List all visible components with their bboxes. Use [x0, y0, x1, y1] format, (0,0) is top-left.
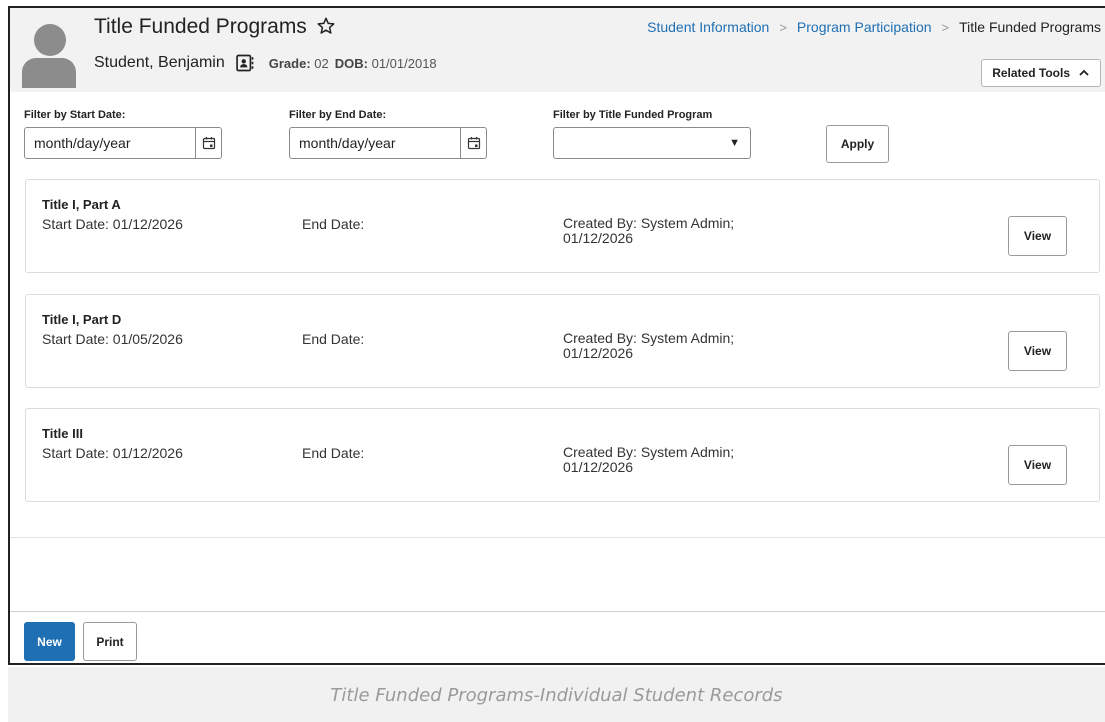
breadcrumb-student-information[interactable]: Student Information — [647, 19, 769, 35]
caption-bar: Title Funded Programs-Individual Student… — [8, 667, 1105, 722]
view-button[interactable]: View — [1008, 331, 1067, 371]
start-date-calendar-button[interactable] — [195, 128, 221, 158]
apply-button[interactable]: Apply — [826, 125, 889, 163]
breadcrumb-separator: > — [779, 19, 787, 35]
grade-info: Grade: 02 — [269, 56, 329, 71]
program-created-by: Created By: System Admin; 01/12/2026 — [563, 216, 783, 246]
program-card: Title III Start Date: 01/12/2026 End Dat… — [25, 408, 1100, 502]
avatar-head — [34, 24, 66, 56]
program-card: Title I, Part D Start Date: 01/05/2026 E… — [25, 294, 1100, 388]
program-end-date: End Date: — [302, 445, 365, 461]
program-filter-label: Filter by Title Funded Program — [553, 109, 713, 121]
start-date-filter-label: Filter by Start Date: — [24, 109, 126, 121]
view-button[interactable]: View — [1008, 445, 1067, 485]
related-tools-button[interactable]: Related Tools — [981, 59, 1101, 87]
program-start-date: Start Date: 01/12/2026 — [42, 445, 183, 461]
breadcrumb: Student Information > Program Participat… — [647, 19, 1101, 35]
dob-value: 01/01/2018 — [371, 55, 437, 71]
grade-label: Grade: — [268, 55, 311, 71]
program-created-by: Created By: System Admin; 01/12/2026 — [563, 445, 783, 475]
view-button[interactable]: View — [1008, 216, 1067, 256]
student-name: Student, Benjamin — [94, 54, 225, 71]
avatar-body — [22, 58, 76, 88]
end-date-filter-label: Filter by End Date: — [289, 109, 387, 121]
avatar — [22, 16, 76, 88]
end-date-input[interactable]: month/day/year — [289, 127, 487, 159]
student-info: Student, Benjamin Grade: 02 DOB: 01/01/2… — [94, 52, 443, 74]
program-title: Title I, Part D — [42, 312, 122, 327]
grade-value: 02 — [314, 55, 329, 71]
created-date: 01/12/2026 — [563, 459, 634, 475]
program-title: Title III — [42, 426, 83, 441]
breadcrumb-separator: > — [941, 19, 950, 35]
program-filter-select[interactable]: ▼ — [553, 127, 751, 159]
chevron-up-icon — [1079, 69, 1089, 76]
page-title: Title Funded Programs — [94, 15, 307, 38]
program-title: Title I, Part A — [42, 197, 121, 212]
start-date-value: month/day/year — [34, 135, 131, 151]
program-start-date: Start Date: 01/05/2026 — [42, 331, 183, 347]
created-date: 01/12/2026 — [563, 230, 634, 246]
created-date: 01/12/2026 — [563, 345, 634, 361]
program-card: Title I, Part A Start Date: 01/12/2026 E… — [25, 179, 1100, 273]
figure-caption: Title Funded Programs-Individual Student… — [330, 685, 783, 706]
star-icon[interactable] — [316, 16, 336, 36]
student-header: Title Funded Programs Student, Benjamin … — [10, 8, 1105, 92]
end-date-value: month/day/year — [299, 135, 396, 151]
program-created-by: Created By: System Admin; 01/12/2026 — [563, 331, 783, 361]
created-by-text: Created By: System Admin; — [563, 444, 735, 460]
created-by-text: Created By: System Admin; — [563, 215, 735, 231]
new-button[interactable]: New — [24, 622, 75, 661]
related-tools-label: Related Tools — [992, 66, 1070, 80]
dropdown-caret-icon: ▼ — [729, 137, 740, 149]
print-button[interactable]: Print — [83, 622, 137, 661]
program-end-date: End Date: — [302, 216, 365, 232]
calendar-icon — [467, 137, 480, 150]
dob-info: DOB: 01/01/2018 — [335, 56, 437, 71]
end-date-calendar-button[interactable] — [460, 128, 486, 158]
app-frame: Title Funded Programs Student, Benjamin … — [8, 6, 1105, 665]
created-by-text: Created By: System Admin; — [563, 330, 735, 346]
calendar-icon — [202, 137, 215, 150]
breadcrumb-current: Title Funded Programs — [959, 19, 1101, 35]
program-end-date: End Date: — [302, 331, 365, 347]
start-date-input[interactable]: month/day/year — [24, 127, 222, 159]
footer-divider — [10, 611, 1105, 612]
dob-label: DOB: — [334, 55, 368, 71]
program-start-date: Start Date: 01/12/2026 — [42, 216, 183, 232]
contact-card-icon[interactable] — [235, 53, 255, 73]
breadcrumb-program-participation[interactable]: Program Participation — [797, 19, 932, 35]
divider — [10, 537, 1105, 538]
